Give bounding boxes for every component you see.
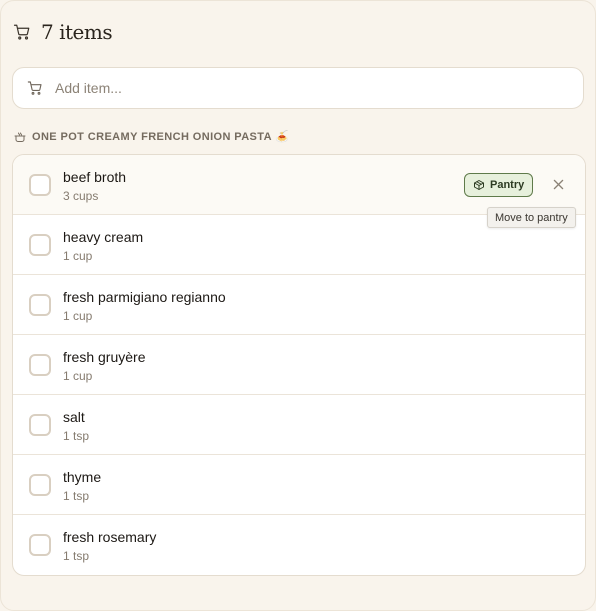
- item-checkbox[interactable]: [29, 474, 51, 496]
- recipe-section-header: ONE POT CREAMY FRENCH ONION PASTA 🍝: [14, 130, 289, 143]
- item-quantity: 1 cup: [63, 309, 93, 323]
- item-quantity: 3 cups: [63, 189, 99, 203]
- item-quantity: 1 tsp: [63, 489, 90, 503]
- close-icon: [553, 179, 564, 190]
- add-item-input[interactable]: [53, 67, 583, 109]
- recipe-section-title: ONE POT CREAMY FRENCH ONION PASTA 🍝: [32, 131, 290, 143]
- move-to-pantry-button[interactable]: Pantry: [464, 173, 534, 197]
- pot-icon: [14, 131, 26, 143]
- item-name: salt: [63, 409, 85, 425]
- list-item[interactable]: thyme 1 tsp: [13, 455, 585, 515]
- add-item-bar[interactable]: [12, 67, 584, 109]
- item-name: thyme: [63, 469, 102, 485]
- item-count-title: 7 items: [41, 20, 113, 44]
- item-quantity: 1 cup: [63, 369, 93, 383]
- item-name: fresh gruyère: [63, 349, 146, 365]
- item-name: fresh parmigiano regianno: [63, 289, 226, 305]
- item-name: fresh rosemary: [63, 529, 157, 545]
- item-name: beef broth: [63, 169, 127, 185]
- item-checkbox[interactable]: [29, 414, 51, 436]
- item-checkbox[interactable]: [29, 234, 51, 256]
- list-item[interactable]: fresh rosemary 1 tsp: [13, 515, 585, 575]
- box-icon: [473, 179, 485, 191]
- item-quantity: 1 tsp: [63, 549, 90, 563]
- remove-item-button[interactable]: [550, 176, 566, 192]
- item-checkbox[interactable]: [29, 354, 51, 376]
- cart-icon: [27, 80, 43, 96]
- list-item[interactable]: fresh gruyère 1 cup: [13, 335, 585, 395]
- item-checkbox[interactable]: [29, 174, 51, 196]
- cart-icon: [12, 22, 32, 42]
- list-header: 7 items: [12, 20, 113, 44]
- list-item[interactable]: salt 1 tsp: [13, 395, 585, 455]
- item-quantity: 1 cup: [63, 249, 93, 263]
- list-item[interactable]: beef broth 3 cups Pantry: [13, 155, 585, 215]
- item-quantity: 1 tsp: [63, 429, 90, 443]
- item-checkbox[interactable]: [29, 534, 51, 556]
- move-to-pantry-tooltip: Move to pantry: [487, 207, 576, 228]
- list-item[interactable]: fresh parmigiano regianno 1 cup: [13, 275, 585, 335]
- item-checkbox[interactable]: [29, 294, 51, 316]
- item-name: heavy cream: [63, 229, 144, 245]
- pantry-button-label: Pantry: [490, 179, 525, 191]
